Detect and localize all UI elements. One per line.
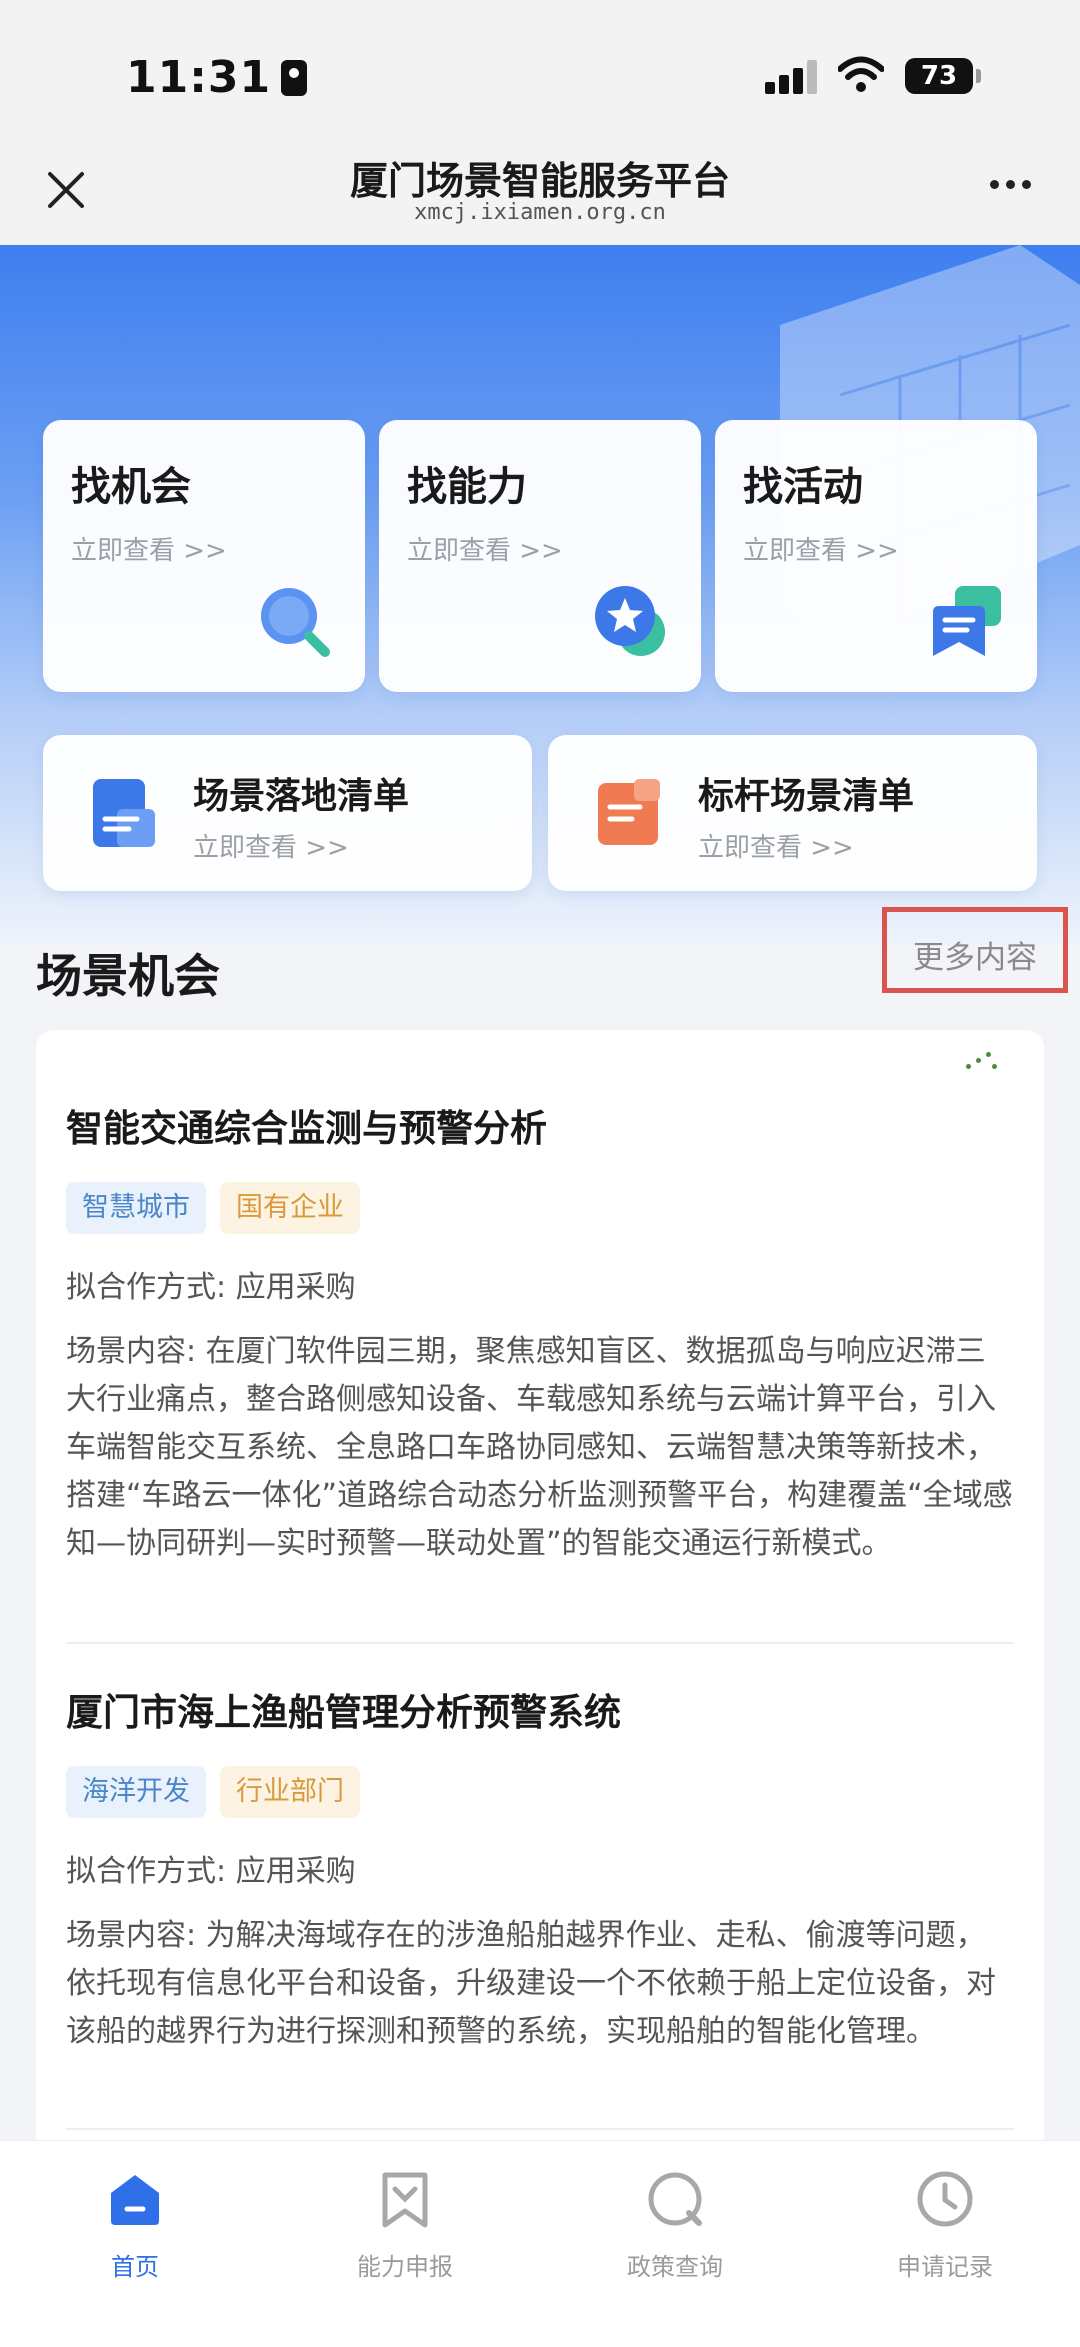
clock-icon: [917, 2171, 973, 2227]
bottom-tab-bar: 首页 能力申报 政策查询 申请记录: [0, 2140, 1080, 2347]
page-title: 厦门场景智能服务平台: [349, 159, 730, 203]
more-options-icon[interactable]: [990, 180, 1040, 192]
card-subtitle: 立即查看 >>: [407, 536, 563, 566]
document-icon: [93, 779, 155, 847]
tab-policy-search[interactable]: 政策查询: [585, 2155, 765, 2295]
home-icon: [111, 2175, 159, 2225]
card-title: 找机会: [71, 464, 191, 510]
search-icon: [648, 2172, 702, 2226]
card-find-activity[interactable]: 找活动 立即查看 >>: [715, 420, 1037, 692]
tag-group: 海洋开发 行业部门: [66, 1766, 1014, 1818]
tag-badge: 国有企业: [220, 1182, 360, 1234]
item-title: 智能交通综合监测与预警分析: [66, 1107, 547, 1150]
section-title: 场景机会: [36, 949, 220, 1003]
card-scene-landing-list[interactable]: 场景落地清单 立即查看 >>: [43, 735, 532, 891]
chat-bookmark-icon: [933, 586, 1001, 656]
tab-label: 申请记录: [897, 2253, 993, 2281]
card-title: 找能力: [407, 464, 527, 510]
tab-application-records[interactable]: 申请记录: [855, 2155, 1035, 2295]
more-content-label: 更多内容: [913, 940, 1037, 976]
divider: [66, 1642, 1014, 1644]
more-content-button[interactable]: 更多内容: [882, 907, 1068, 993]
bookmark-icon: [382, 2172, 428, 2228]
tag-badge: 海洋开发: [66, 1766, 206, 1818]
card-find-opportunity[interactable]: 找机会 立即查看 >>: [43, 420, 365, 692]
card-title: 场景落地清单: [193, 776, 410, 817]
divider: [66, 2128, 1014, 2130]
signal-icon: [765, 60, 817, 94]
status-time: 11:31: [126, 52, 308, 103]
tab-label: 政策查询: [627, 2253, 723, 2281]
card-title: 标杆场景清单: [698, 776, 915, 817]
tag-group: 智慧城市 国有企业: [66, 1182, 1014, 1234]
hero-banner: 找机会 立即查看 >> 找能力 立即查看 >> 找活动 立即查看 >> 场景落地…: [0, 245, 1080, 945]
card-subtitle: 立即查看 >>: [743, 536, 899, 566]
tab-label: 首页: [111, 2253, 159, 2281]
top-bar: 11:31 73 厦门场景智能服务平台 xmcj.ixiamen.org.cn: [0, 0, 1080, 245]
magnifier-icon: [261, 588, 330, 657]
card-subtitle: 立即查看 >>: [71, 536, 227, 566]
item-cooperation-mode: 拟合作方式: 应用采购: [66, 1270, 356, 1305]
document-icon: [598, 779, 660, 845]
wifi-icon: [838, 56, 884, 92]
tag-badge: 行业部门: [220, 1766, 360, 1818]
item-cooperation-mode: 拟合作方式: 应用采购: [66, 1854, 356, 1889]
battery-indicator: 73: [905, 58, 981, 94]
tag-badge: 智慧城市: [66, 1182, 206, 1234]
tab-label: 能力申报: [357, 2253, 453, 2281]
card-title: 找活动: [743, 464, 863, 510]
tab-home[interactable]: 首页: [45, 2155, 225, 2295]
list-item[interactable]: 厦门市海上渔船管理分析预警系统 海洋开发 行业部门 拟合作方式: 应用采购 场景内…: [66, 1682, 1014, 2056]
scene-opportunity-list: 智能交通综合监测与预警分析 智慧城市 国有企业 拟合作方式: 应用采购 场景内容:…: [36, 1030, 1044, 2160]
person-badge-icon: [281, 60, 308, 96]
status-time-text: 11:31: [126, 52, 272, 103]
card-benchmark-scene-list[interactable]: 标杆场景清单 立即查看 >>: [548, 735, 1037, 891]
card-subtitle: 立即查看 >>: [698, 833, 854, 863]
tab-capability-report[interactable]: 能力申报: [315, 2155, 495, 2295]
item-description: 场景内容: 在厦门软件园三期，聚焦感知盲区、数据孤岛与响应迟滞三大行业痛点，整合…: [66, 1334, 1013, 1561]
star-badge-icon: [595, 586, 665, 656]
card-find-capability[interactable]: 找能力 立即查看 >>: [379, 420, 701, 692]
list-item[interactable]: 智能交通综合监测与预警分析 智慧城市 国有企业 拟合作方式: 应用采购 场景内容:…: [66, 1098, 1014, 1568]
item-description: 场景内容: 为解决海域存在的涉渔船舶越界作业、走私、偷渡等问题，依托现有信息化平…: [66, 1918, 996, 2049]
card-subtitle: 立即查看 >>: [193, 833, 349, 863]
item-title: 厦门市海上渔船管理分析预警系统: [66, 1691, 621, 1734]
loading-dots-icon: [966, 1052, 997, 1072]
page-url: xmcj.ixiamen.org.cn: [414, 200, 666, 225]
